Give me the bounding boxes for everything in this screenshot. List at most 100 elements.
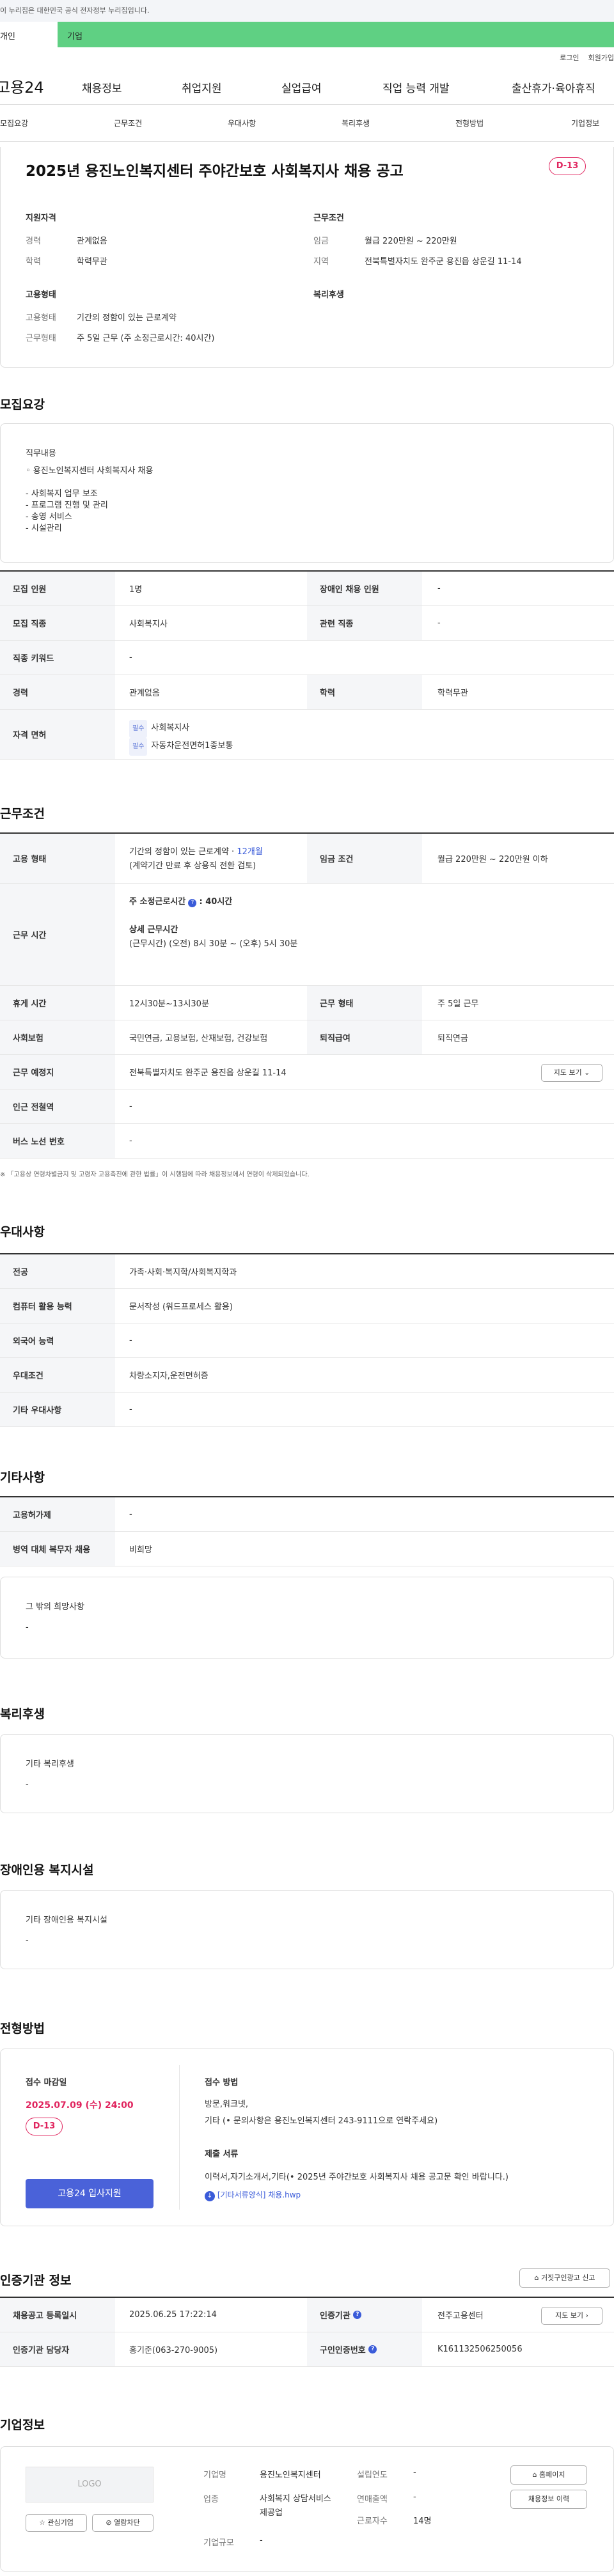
login-link[interactable]: 로그인 bbox=[560, 52, 579, 63]
site-logo[interactable]: 고용24 bbox=[0, 75, 73, 97]
break-value: 12시30분~13시30분 bbox=[129, 999, 209, 1009]
table-row: 모집 인원 1명 장애인 채용 인원 - bbox=[0, 572, 614, 606]
fav-company-label: 관심기업 bbox=[47, 2518, 74, 2527]
info-icon[interactable]: ? bbox=[353, 2311, 362, 2319]
org-key: 인증기관 ? bbox=[307, 2298, 422, 2332]
staff-value: 홍기준(063-270-9005) bbox=[129, 2346, 218, 2355]
report-button-label: 거짓구인광고 신고 bbox=[541, 2274, 595, 2282]
emp-type-key: 고용 형태 bbox=[0, 834, 115, 883]
size-key: 기업규모 bbox=[203, 2538, 234, 2548]
info-icon[interactable]: ? bbox=[368, 2345, 377, 2354]
anchor-prefer[interactable]: 우대사항 bbox=[228, 118, 256, 129]
cap-key: 고용허가제 bbox=[0, 1497, 115, 1531]
est-value: - bbox=[413, 2468, 416, 2478]
job-key: 모집 직종 bbox=[0, 606, 115, 640]
org-map-button[interactable]: 지도 보기 › bbox=[541, 2307, 602, 2325]
wage-key: 임금 bbox=[313, 237, 329, 246]
attachment-link[interactable]: ↓ [기타서류양식] 채용.hwp bbox=[205, 2189, 301, 2201]
cert-id-label: 구인인증번호 bbox=[320, 2346, 366, 2355]
wage-key: 임금 조건 bbox=[307, 834, 422, 883]
homepage-button[interactable]: ⌂ 홈페이지 bbox=[510, 2465, 587, 2485]
table-row: 근무 시간 주 소정근로시간 ? : 40시간 상세 근무시간 (근무시간) (… bbox=[0, 884, 614, 986]
anchor-company[interactable]: 기업정보 bbox=[571, 118, 599, 129]
keyword-key: 직종 키워드 bbox=[0, 641, 115, 675]
etc-key: 기타 우대사항 bbox=[0, 1393, 115, 1426]
severance-key: 퇴직급여 bbox=[307, 1020, 422, 1054]
edu-value: 학력무관 bbox=[77, 257, 107, 267]
anchor-conditions[interactable]: 근무조건 bbox=[114, 118, 142, 129]
keyword-value: - bbox=[129, 653, 132, 662]
map-button-label: 지도 보기 bbox=[553, 1068, 582, 1077]
anchor-process[interactable]: 전형방법 bbox=[455, 118, 484, 129]
duty-title: 직무내용 bbox=[26, 449, 56, 458]
required-tag: 필수 bbox=[129, 738, 148, 756]
anchor-recruit[interactable]: 모집요강 bbox=[0, 118, 28, 129]
reg-value: 2025.06.25 17:22:14 bbox=[129, 2310, 217, 2320]
tab-personal[interactable]: 개인 bbox=[0, 22, 58, 47]
table-row: 자격 면허 필수 사회복지사 필수 자동차운전면허1종보통 bbox=[0, 710, 614, 760]
homepage-label: 홈페이지 bbox=[539, 2471, 565, 2479]
nav-jobs[interactable]: 채용정보 bbox=[82, 79, 122, 95]
insurance-key: 사회보험 bbox=[0, 1020, 115, 1054]
table-row: 고용 형태 기간의 정함이 있는 근로계약 · 12개월 (계약기간 만료 후 … bbox=[0, 834, 614, 884]
recruit-heading: 모집요강 bbox=[0, 398, 45, 412]
tab-company[interactable]: 기업 bbox=[58, 22, 614, 47]
major-key: 전공 bbox=[0, 1254, 115, 1288]
area-key: 지역 bbox=[313, 257, 329, 267]
name-value: 용진노인복지센터 bbox=[260, 2471, 321, 2480]
fav-company-button[interactable]: ☆ 관심기업 bbox=[26, 2514, 87, 2532]
block-company-button[interactable]: ⊘ 열람차단 bbox=[92, 2514, 154, 2532]
license-name: 자동차운전면허1종보통 bbox=[151, 741, 233, 751]
table-row: 인근 전철역 - bbox=[0, 1089, 614, 1124]
disabled-facility-value: - bbox=[26, 1936, 29, 1946]
edu-value: 학력무관 bbox=[437, 689, 468, 698]
apply-button[interactable]: 고용24 입사지원 bbox=[26, 2179, 154, 2208]
table-row: 직종 키워드 - bbox=[0, 641, 614, 675]
size-value: - bbox=[260, 2536, 263, 2545]
career-value: 관계없음 bbox=[77, 237, 107, 246]
anchor-welfare[interactable]: 복리후생 bbox=[342, 118, 370, 129]
disabled-key: 장애인 채용 인원 bbox=[307, 572, 422, 605]
nav-employment-support[interactable]: 취업지원 bbox=[182, 79, 222, 95]
duty-line: - 프로그램 진행 및 관리 bbox=[26, 501, 108, 510]
report-button[interactable]: ⌂ 거짓구인광고 신고 bbox=[519, 2268, 610, 2288]
disabled-facility-heading: 장애인용 복지시설 bbox=[0, 1863, 94, 1877]
license-key: 자격 면허 bbox=[0, 710, 115, 759]
duty-line: - 시설관리 bbox=[26, 524, 62, 533]
cert-id-value: K161132506250056 bbox=[437, 2345, 523, 2354]
severance-value: 퇴직연금 bbox=[437, 1034, 468, 1043]
bus-value: - bbox=[129, 1136, 132, 1146]
nav-unemployment[interactable]: 실업급여 bbox=[281, 79, 322, 95]
dday-badge: D-13 bbox=[26, 2118, 63, 2135]
utility-menu: 로그인 회원가입 bbox=[0, 47, 614, 68]
nav-training[interactable]: 직업 능력 개발 bbox=[382, 79, 450, 95]
type-key: 고용형태 bbox=[26, 313, 56, 323]
related-key: 관련 직종 bbox=[307, 606, 422, 640]
deadline-value: 2025.07.09 (수) 24:00 bbox=[26, 2100, 134, 2111]
table-row: 전공 가족·사회·복지학/사회복지학과 bbox=[0, 1254, 614, 1289]
section-anchor-nav: 모집요강 근무조건 우대사항 복리후생 전형방법 기업정보 bbox=[0, 105, 614, 142]
age-footnote: ※ 「고용상 연령차별금지 및 고령자 고용촉진에 관한 법률」이 시행됨에 따… bbox=[0, 1171, 310, 1178]
job-value: 사회복지사 bbox=[129, 620, 168, 629]
docs-value: 이력서,자기소개서,기타(• 2025년 주야간보호 사회복지사 채용 공고문 … bbox=[205, 2173, 508, 2182]
job-history-button[interactable]: 채용정보 이력 bbox=[510, 2490, 587, 2509]
org-map-label: 지도 보기 bbox=[555, 2311, 584, 2320]
disabled-value: - bbox=[437, 584, 441, 593]
bus-key: 버스 노선 번호 bbox=[0, 1124, 115, 1158]
info-icon[interactable]: ? bbox=[188, 899, 197, 907]
deadline-label: 접수 마감일 bbox=[26, 2078, 67, 2088]
docs-label: 제출 서류 bbox=[205, 2150, 239, 2159]
map-button[interactable]: 지도 보기 ⌄ bbox=[541, 1064, 602, 1082]
pc-key: 컴퓨터 활용 능력 bbox=[0, 1289, 115, 1323]
wage-value: 월급 220만원 ~ 220만원 bbox=[365, 237, 457, 246]
duty-line-blank bbox=[26, 477, 153, 488]
nav-parental-leave[interactable]: 출산휴가·육아휴직 bbox=[512, 79, 595, 95]
join-link[interactable]: 회원가입 bbox=[588, 52, 614, 63]
gov-notice-bar: 이 누리집은 대한민국 공식 전자정부 누리집입니다. bbox=[0, 0, 614, 22]
name-key: 기업명 bbox=[203, 2471, 226, 2480]
license-name: 사회복지사 bbox=[151, 723, 190, 733]
download-icon: ↓ bbox=[205, 2191, 215, 2201]
major-value: 가족·사회·복지학/사회복지학과 bbox=[129, 1268, 237, 1277]
revenue-value: - bbox=[413, 2492, 416, 2502]
cert-table: 채용공고 등록일시 2025.06.25 17:22:14 인증기관 ? 전주고… bbox=[0, 2297, 614, 2367]
